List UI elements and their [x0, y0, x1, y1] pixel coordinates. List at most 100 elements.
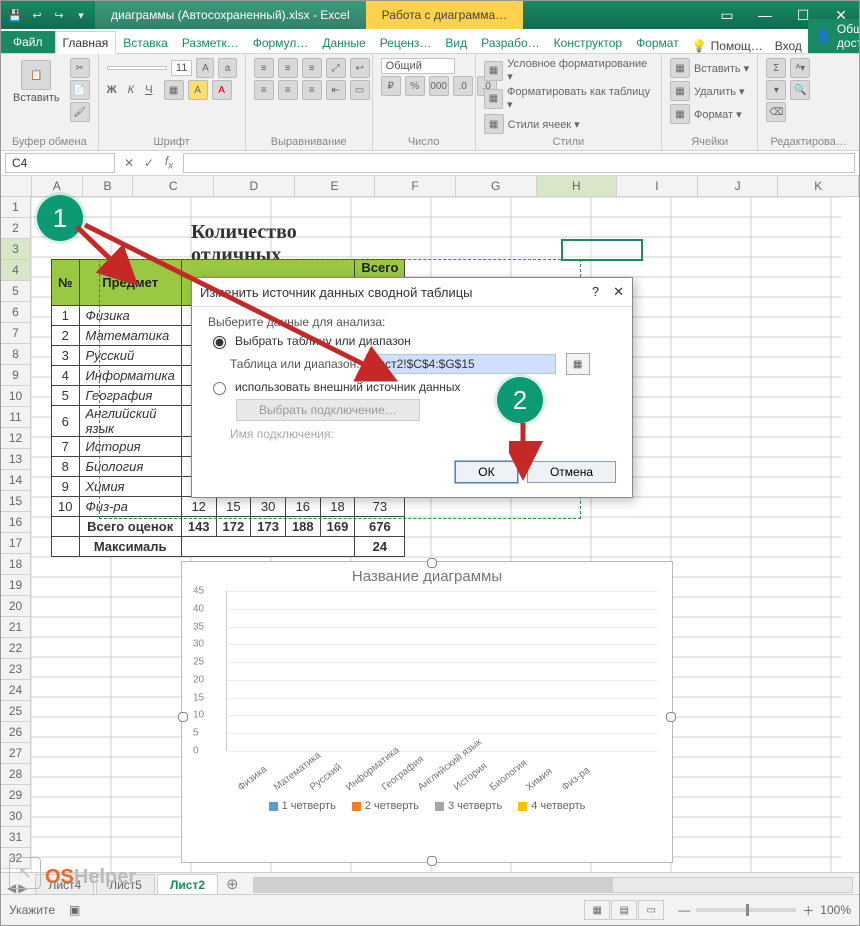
- tab-design[interactable]: Конструктор: [547, 32, 629, 53]
- enter-fx-icon[interactable]: ✓: [139, 156, 159, 170]
- row-header[interactable]: 14: [1, 470, 31, 491]
- align-mid-icon[interactable]: ≡: [278, 58, 298, 78]
- wrap-icon[interactable]: ↩: [350, 58, 370, 78]
- fx-icon[interactable]: fx: [159, 154, 179, 171]
- bold-icon[interactable]: Ж: [107, 84, 117, 96]
- save-icon[interactable]: 💾: [7, 7, 23, 23]
- tab-data[interactable]: Данные: [315, 32, 372, 53]
- macro-record-icon[interactable]: ▣: [69, 903, 80, 917]
- find-icon[interactable]: 🔍: [790, 80, 810, 100]
- insert-cells-button[interactable]: Вставить ▾: [694, 62, 749, 75]
- format-painter-icon[interactable]: 🖌: [70, 102, 90, 122]
- row-header[interactable]: 5: [1, 281, 31, 302]
- row-header[interactable]: 27: [1, 743, 31, 764]
- row-header[interactable]: 4: [1, 260, 31, 281]
- font-name[interactable]: [107, 66, 167, 70]
- comma-icon[interactable]: 000: [429, 76, 449, 96]
- minimize-icon[interactable]: ―: [747, 1, 783, 29]
- row-header[interactable]: 6: [1, 302, 31, 323]
- range-picker-icon[interactable]: ▦: [566, 353, 590, 375]
- undo-icon[interactable]: ↩: [29, 7, 45, 23]
- row-header[interactable]: 9: [1, 365, 31, 386]
- row-header[interactable]: 24: [1, 680, 31, 701]
- name-box[interactable]: C4: [5, 153, 115, 173]
- row-header[interactable]: 19: [1, 575, 31, 596]
- tab-review[interactable]: Реценз…: [373, 32, 439, 53]
- range-input[interactable]: Лист2!$C$4:$G$15: [366, 354, 556, 374]
- row-header[interactable]: 2: [1, 218, 31, 239]
- percent-icon[interactable]: %: [405, 76, 425, 96]
- underline-icon[interactable]: Ч: [145, 84, 152, 96]
- row-header[interactable]: 20: [1, 596, 31, 617]
- border-icon[interactable]: ▦: [164, 80, 184, 100]
- row-header[interactable]: 30: [1, 806, 31, 827]
- row-header[interactable]: 23: [1, 659, 31, 680]
- font-size[interactable]: 11: [171, 60, 192, 76]
- sheet-tab[interactable]: Лист2: [157, 874, 218, 895]
- inc-dec-icon[interactable]: .0: [453, 76, 473, 96]
- row-header[interactable]: 7: [1, 323, 31, 344]
- row-header[interactable]: 25: [1, 701, 31, 722]
- zoom-slider[interactable]: ― ＋ 100%: [678, 902, 851, 919]
- row-header[interactable]: 15: [1, 491, 31, 512]
- tab-home[interactable]: Главная: [55, 31, 117, 54]
- new-sheet-icon[interactable]: ⊕: [218, 875, 247, 895]
- ok-button[interactable]: ОК: [455, 461, 517, 483]
- contextual-tab[interactable]: Работа с диаграмма…: [366, 1, 524, 29]
- active-cell[interactable]: [561, 239, 643, 261]
- row-header[interactable]: 21: [1, 617, 31, 638]
- worksheet[interactable]: A BCDEFGHIJK 123456789101112131415161718…: [1, 176, 859, 874]
- redo-icon[interactable]: ↪: [51, 7, 67, 23]
- view-normal-icon[interactable]: ▦: [584, 900, 610, 920]
- format-cells-button[interactable]: Формат ▾: [694, 108, 742, 121]
- tab-format[interactable]: Формат: [629, 32, 686, 53]
- select-all-corner[interactable]: [1, 176, 32, 196]
- tab-file[interactable]: Файл: [1, 31, 55, 53]
- col-header[interactable]: J: [698, 176, 779, 196]
- column-headers[interactable]: A BCDEFGHIJK: [1, 176, 859, 197]
- format-table-button[interactable]: Форматировать как таблицу ▾: [507, 86, 653, 111]
- ribbon-options-icon[interactable]: ▭: [709, 1, 745, 29]
- indent-dec-icon[interactable]: ⇤: [326, 80, 346, 100]
- cell-styles-button[interactable]: Стили ячеек ▾: [508, 118, 580, 131]
- grow-font-icon[interactable]: A: [196, 58, 214, 78]
- font-color-icon[interactable]: A: [212, 80, 232, 100]
- sort-icon[interactable]: ᴬ▾: [790, 58, 810, 78]
- align-left-icon[interactable]: ≡: [254, 80, 274, 100]
- col-header[interactable]: C: [133, 176, 214, 196]
- dialog-close-icon[interactable]: ✕: [613, 284, 624, 300]
- copy-icon[interactable]: 📄: [70, 80, 90, 100]
- row-header[interactable]: 31: [1, 827, 31, 848]
- orientation-icon[interactable]: ⤢: [326, 58, 346, 78]
- row-header[interactable]: 22: [1, 638, 31, 659]
- tab-formulas[interactable]: Формул…: [246, 32, 316, 53]
- embedded-chart[interactable]: Название диаграммы 051015202530354045 Фи…: [181, 561, 673, 863]
- chart-plot-area[interactable]: 051015202530354045: [226, 591, 658, 751]
- row-header[interactable]: 8: [1, 344, 31, 365]
- align-bot-icon[interactable]: ≡: [302, 58, 322, 78]
- cancel-fx-icon[interactable]: ✕: [119, 156, 139, 170]
- dialog-help-icon[interactable]: ?: [592, 284, 599, 300]
- currency-icon[interactable]: ₽: [381, 76, 401, 96]
- row-header[interactable]: 16: [1, 512, 31, 533]
- col-header[interactable]: H: [537, 176, 618, 196]
- tab-developer[interactable]: Разрабо…: [474, 32, 547, 53]
- row-header[interactable]: 12: [1, 428, 31, 449]
- tab-layout[interactable]: Разметк…: [175, 32, 246, 53]
- fill-icon[interactable]: ▾: [766, 80, 786, 100]
- row-header[interactable]: 18: [1, 554, 31, 575]
- horizontal-scrollbar[interactable]: [253, 877, 853, 893]
- align-right-icon[interactable]: ≡: [302, 80, 322, 100]
- row-header[interactable]: 28: [1, 764, 31, 785]
- autosum-icon[interactable]: Σ: [766, 58, 786, 78]
- col-header[interactable]: D: [214, 176, 295, 196]
- col-header[interactable]: B: [83, 176, 134, 196]
- view-break-icon[interactable]: ▭: [638, 900, 664, 920]
- row-header[interactable]: 11: [1, 407, 31, 428]
- merge-icon[interactable]: ▭: [350, 80, 370, 100]
- cut-icon[interactable]: ✂: [70, 58, 90, 78]
- clear-icon[interactable]: ⌫: [766, 102, 786, 122]
- row-headers[interactable]: 1234567891011121314151617181920212223242…: [1, 197, 31, 869]
- col-header[interactable]: G: [456, 176, 537, 196]
- col-header[interactable]: E: [295, 176, 376, 196]
